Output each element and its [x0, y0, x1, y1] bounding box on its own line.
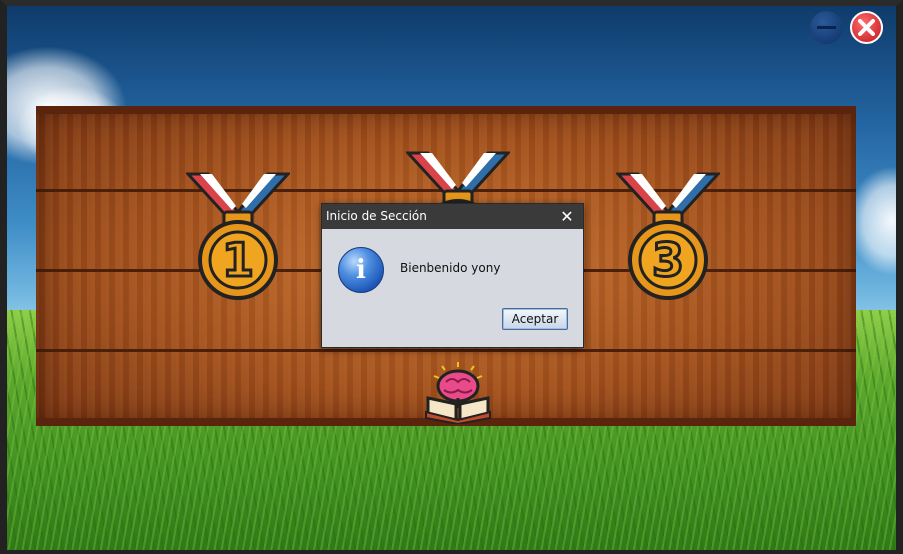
brain-book-icon	[425, 362, 491, 426]
medal-1-number: 1	[222, 233, 254, 287]
dialog-close-button[interactable]: ✕	[551, 204, 583, 229]
minimize-button[interactable]	[810, 11, 843, 44]
board-edge-top	[36, 106, 856, 114]
medal-1-button[interactable]: 1	[184, 172, 292, 306]
medal-3-number: 3	[652, 233, 684, 287]
close-button[interactable]	[850, 11, 883, 44]
info-icon: i	[338, 247, 384, 293]
medal-1-icon: 1	[184, 172, 292, 300]
close-icon	[858, 19, 875, 36]
dialog-titlebar[interactable]: Inicio de Sección ✕	[322, 204, 583, 229]
login-dialog: Inicio de Sección ✕ i Bienbenido yony Ac…	[321, 203, 584, 348]
dialog-title: Inicio de Sección	[326, 209, 427, 223]
brain-book-button[interactable]	[424, 360, 492, 428]
accept-button[interactable]: Aceptar	[502, 308, 568, 330]
medal-3-button[interactable]: 3	[614, 172, 722, 306]
medal-3-icon: 3	[614, 172, 722, 300]
dialog-message: Bienbenido yony	[400, 261, 501, 275]
